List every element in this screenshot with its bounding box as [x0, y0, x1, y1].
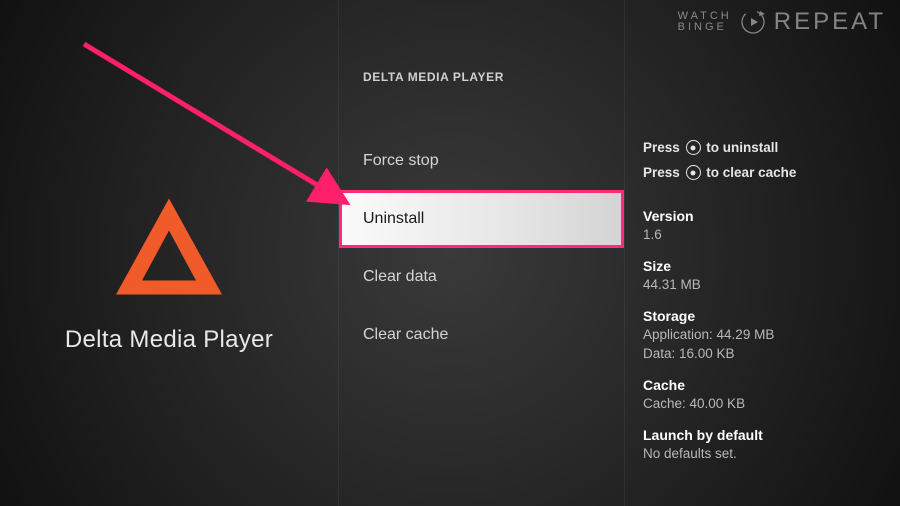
panel-title: DELTA MEDIA PLAYER	[339, 0, 624, 84]
triangle-icon	[104, 183, 234, 313]
menu-item-force-stop[interactable]: Force stop	[339, 132, 624, 190]
info-value: No defaults set.	[643, 445, 900, 463]
watermark-line2: BINGE	[678, 22, 732, 33]
menu-item-uninstall[interactable]: Uninstall	[339, 190, 624, 248]
info-block-launch-by-default: Launch by default No defaults set.	[643, 427, 900, 463]
info-value: Cache: 40.00 KB	[643, 395, 900, 413]
hint-text: Press	[643, 165, 684, 180]
info-value: 44.31 MB	[643, 276, 900, 294]
watermark: WATCH BINGE REPEAT	[678, 8, 886, 36]
hint-text: to clear cache	[703, 165, 797, 180]
watermark-repeat: REPEAT	[774, 8, 886, 36]
menu-item-clear-data[interactable]: Clear data	[339, 248, 624, 306]
info-value: 1.6	[643, 226, 900, 244]
action-menu: Force stopUninstallClear dataClear cache	[339, 132, 624, 364]
app-info-list: Version 1.6 Size 44.31 MB Storage Application…	[625, 190, 900, 463]
info-block-storage: Storage Application: 44.29 MBData: 16.00 …	[643, 308, 900, 362]
info-label: Version	[643, 208, 900, 224]
app-summary-panel: Delta Media Player	[0, 0, 338, 506]
info-label: Cache	[643, 377, 900, 393]
app-actions-panel: DELTA MEDIA PLAYER Force stopUninstallCl…	[338, 0, 624, 506]
app-name-label: Delta Media Player	[0, 326, 338, 354]
info-block-cache: Cache Cache: 40.00 KB	[643, 377, 900, 413]
remote-button-icon	[686, 165, 701, 180]
menu-item-clear-cache[interactable]: Clear cache	[339, 306, 624, 364]
play-repeat-icon	[740, 9, 766, 35]
watermark-stack: WATCH BINGE	[678, 11, 732, 33]
hint-text: to uninstall	[703, 140, 779, 155]
hint-row: Press to uninstall	[643, 140, 900, 155]
info-block-version: Version 1.6	[643, 208, 900, 244]
hint-text: Press	[643, 140, 684, 155]
info-block-size: Size 44.31 MB	[643, 258, 900, 294]
info-value: Application: 44.29 MB	[643, 326, 900, 344]
hint-row: Press to clear cache	[643, 165, 900, 180]
app-info-panel: Press to uninstallPress to clear cache V…	[624, 0, 900, 506]
info-label: Storage	[643, 308, 900, 324]
info-label: Size	[643, 258, 900, 274]
remote-button-icon	[686, 140, 701, 155]
info-label: Launch by default	[643, 427, 900, 443]
app-icon	[104, 183, 234, 318]
info-value: Data: 16.00 KB	[643, 345, 900, 363]
